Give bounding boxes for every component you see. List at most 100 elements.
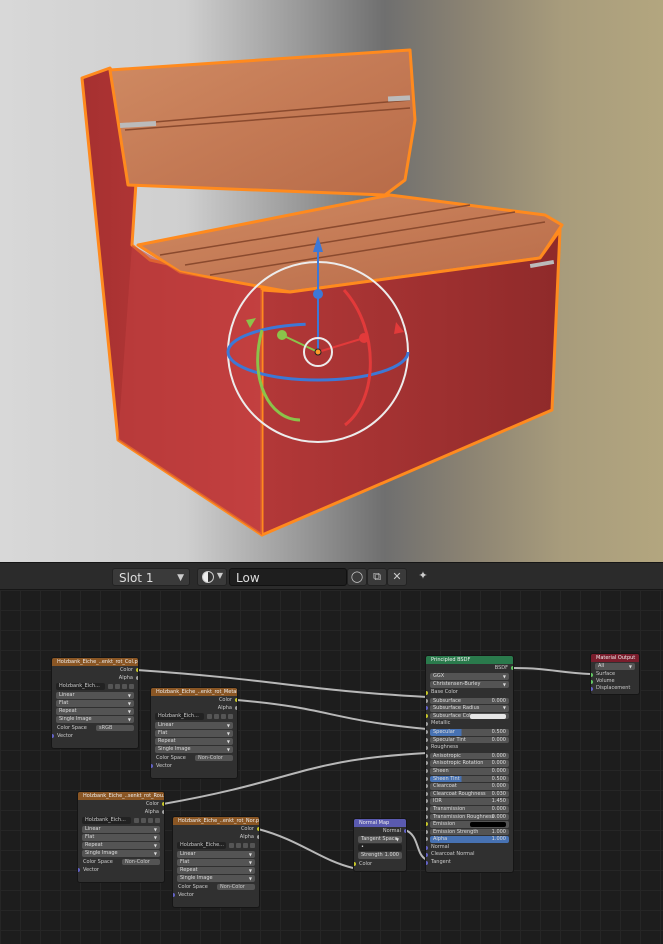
interpolation-dropdown[interactable]: Linear ▼ [177,851,255,858]
bsdf-input-anisotropic[interactable]: Anisotropic 0.000 [426,752,509,760]
target-dropdown[interactable]: All ▼ [595,663,635,670]
input-vector[interactable]: Vector [52,732,138,740]
chevron-down-icon: ▼ [177,573,184,583]
source-dropdown[interactable]: Single Image ▼ [155,746,233,753]
color-swatch [470,822,506,828]
output-color[interactable]: Color [173,825,259,833]
input-color[interactable]: Color [354,860,406,868]
strength-field[interactable]: Strength 1.000 [358,852,402,859]
output-normal[interactable]: Normal [354,827,406,835]
image-selector[interactable]: Holzbank_Eich... [56,683,134,691]
input-surface[interactable]: Surface [591,671,639,678]
bsdf-input-sheen-tint[interactable]: Sheen Tint 0.500 [426,775,509,783]
color-space-row[interactable]: Color Space Non-Color [151,754,237,762]
extension-dropdown[interactable]: Repeat ▼ [56,708,134,715]
bsdf-input-specular-tint[interactable]: Specular Tint 0.000 [426,736,509,744]
normal-map-node[interactable]: Normal Map Normal Tangent Space ▼ • Stren… [353,818,407,872]
bsdf-input-ior[interactable]: IOR 1.450 [426,798,509,805]
image-texture-node-roughness[interactable]: Holzbank_Eiche_..senkt_rot_Rou.pn Color … [77,791,165,883]
output-alpha[interactable]: Alpha [173,833,259,841]
bsdf-input-base-color[interactable]: Base Color [426,689,513,697]
fake-user-icon[interactable]: ◯ [347,568,367,586]
color-space-row[interactable]: Color Space sRGB [52,724,138,732]
node-title: Material Output [591,654,639,662]
copy-icon[interactable]: ⧉ [367,568,387,586]
extension-dropdown[interactable]: Repeat ▼ [177,867,255,874]
output-color[interactable]: Color [52,666,138,674]
node-title: Holzbank_Eiche_..enkt_rot_Nor.pn [173,817,259,825]
material-name-field[interactable]: Low [229,568,347,586]
extension-dropdown[interactable]: Repeat ▼ [82,842,160,849]
material-output-node[interactable]: Material Output All ▼ Surface Volume Disp… [590,653,640,695]
source-dropdown[interactable]: Single Image ▼ [82,850,160,857]
3d-viewport[interactable] [0,0,663,562]
image-texture-node-normal[interactable]: Holzbank_Eiche_..enkt_rot_Nor.pn Color A… [172,816,260,908]
bsdf-input-sheen[interactable]: Sheen 0.000 [426,767,509,775]
bsdf-input-emission[interactable]: Emission [426,821,509,828]
link-metal-metallic [236,699,428,730]
pin-icon[interactable]: ✦ [413,568,433,586]
bsdf-input-alpha[interactable]: Alpha 1.000 [426,836,509,843]
close-icon[interactable]: ✕ [387,568,407,586]
bsdf-input-transmission[interactable]: Transmission 0.000 [426,805,509,813]
bsdf-input-clearcoat[interactable]: Clearcoat 0.000 [426,783,509,790]
distribution-dropdown[interactable]: GGX ▼ [430,673,509,680]
source-dropdown[interactable]: Single Image ▼ [177,875,255,882]
input-vector[interactable]: Vector [78,866,164,874]
image-texture-node-metal[interactable]: Holzbank_Eiche_..enkt_rot_Metal.pn Color… [150,687,238,779]
input-displacement[interactable]: Displacement [591,685,639,692]
principled-bsdf-node[interactable]: Principled BSDF BSDF GGX ▼ Christensen-Bu… [425,655,514,873]
bsdf-input-specular[interactable]: Specular 0.500 [426,728,509,736]
node-title: Holzbank_Eiche_..enkt_rot_Col.png [52,658,138,666]
image-selector[interactable]: Holzbank_Eiche... [177,842,255,850]
node-links [136,667,591,869]
chevron-down-icon: ▼ [216,571,223,580]
projection-dropdown[interactable]: Flat ▼ [177,859,255,866]
color-space-row[interactable]: Color Space Non-Color [173,883,259,891]
browse-material-button[interactable]: ▼ [197,568,227,586]
output-bsdf[interactable]: BSDF [426,664,513,672]
bsdf-input-transmission-roughness[interactable]: Transmission Roughness 0.000 [426,813,509,821]
interpolation-dropdown[interactable]: Linear ▼ [82,826,160,833]
input-vector[interactable]: Vector [173,891,259,899]
space-dropdown[interactable]: Tangent Space ▼ [358,836,402,843]
bsdf-input-clearcoat-normal[interactable]: Clearcoat Normal [426,851,513,859]
bsdf-input-anisotropic-rotation[interactable]: Anisotropic Rotation 0.000 [426,760,509,767]
bsdf-input-subsurface[interactable]: Subsurface 0.000 [426,697,509,705]
image-selector[interactable]: Holzbank_Eich... [82,817,160,825]
color-space-row[interactable]: Color Space Non-Color [78,858,164,866]
output-color[interactable]: Color [151,696,237,704]
bsdf-input-roughness[interactable]: Roughness [426,744,513,752]
material-slot-dropdown[interactable]: Slot 1 ▼ [112,568,190,586]
image-texture-node-color[interactable]: Holzbank_Eiche_..enkt_rot_Col.png Color … [51,657,139,749]
bsdf-input-metallic[interactable]: Metallic [426,720,513,728]
output-alpha[interactable]: Alpha [52,674,138,682]
node-editor-canvas[interactable]: Holzbank_Eiche_..enkt_rot_Col.png Color … [0,590,663,944]
bsdf-input-tangent[interactable]: Tangent [426,859,513,867]
bsdf-input-clearcoat-roughness[interactable]: Clearcoat Roughness 0.030 [426,790,509,798]
output-alpha[interactable]: Alpha [78,808,164,816]
extension-dropdown[interactable]: Repeat ▼ [155,738,233,745]
bench-render [80,48,564,537]
projection-dropdown[interactable]: Flat ▼ [155,730,233,737]
uv-map-field[interactable]: • [358,844,402,851]
subsurface-method-dropdown[interactable]: Christensen-Burley ▼ [430,681,509,688]
bsdf-input-subsurface-colo[interactable]: Subsurface Colo [426,712,509,720]
interpolation-dropdown[interactable]: Linear ▼ [56,692,134,699]
bsdf-input-normal[interactable]: Normal [426,844,513,852]
link-normalmap-normal [404,829,428,861]
bsdf-input-subsurface-radius[interactable]: Subsurface Radius ▼ [426,705,509,712]
interpolation-dropdown[interactable]: Linear ▼ [155,722,233,729]
source-dropdown[interactable]: Single Image ▼ [56,716,134,723]
output-color[interactable]: Color [78,800,164,808]
input-volume[interactable]: Volume [591,678,639,685]
node-title: Normal Map [354,819,406,827]
input-vector[interactable]: Vector [151,762,237,770]
image-selector[interactable]: Holzbank_Eich... [155,713,233,721]
material-sphere-icon [202,571,214,583]
bsdf-input-emission-strength[interactable]: Emission Strength 1.000 [426,828,509,836]
output-alpha[interactable]: Alpha [151,704,237,712]
projection-dropdown[interactable]: Flat ▼ [82,834,160,841]
projection-dropdown[interactable]: Flat ▼ [56,700,134,707]
node-editor-header: Slot 1 ▼ ▼ Low ◯ ⧉ ✕ ✦ [0,562,663,590]
